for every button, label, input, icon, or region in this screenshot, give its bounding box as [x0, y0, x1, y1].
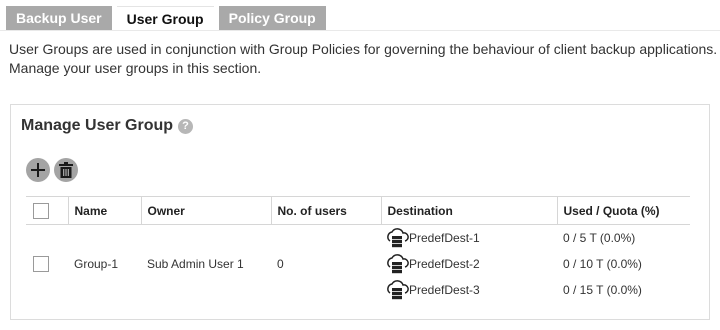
intro-line-2: Manage your user groups in this section.	[9, 60, 262, 76]
trash-icon	[59, 162, 73, 178]
quota-cell: 0 / 5 T (0.0%) 0 / 10 T (0.0%) 0 / 15 T …	[557, 225, 690, 304]
destination-cell: PredefDest-1 PredefDest-2 PredefDest-3	[381, 225, 557, 304]
tab-bar: Backup User User Group Policy Group	[6, 6, 326, 30]
plus-icon	[31, 163, 45, 177]
group-name[interactable]: Group-1	[68, 225, 141, 304]
header-destination[interactable]: Destination	[380, 196, 557, 225]
user-group-table: Name Owner No. of users Destination Used…	[26, 196, 690, 303]
tab-policy-group[interactable]: Policy Group	[218, 6, 326, 30]
tab-backup-user[interactable]: Backup User	[6, 6, 112, 30]
select-all-header	[26, 196, 68, 225]
help-icon[interactable]: ?	[178, 118, 194, 134]
select-all-checkbox[interactable]	[33, 202, 49, 219]
tab-divider	[0, 30, 720, 31]
group-owner: Sub Admin User 1	[147, 257, 244, 271]
table-row[interactable]: Group-1 Sub Admin User 1 0 PredefDest-1	[26, 225, 690, 304]
tab-user-group[interactable]: User Group	[116, 6, 214, 30]
cloud-server-icon	[387, 280, 409, 300]
group-user-count: 0	[277, 257, 284, 271]
destination-item: PredefDest-1	[385, 225, 557, 251]
delete-group-button[interactable]	[54, 158, 78, 182]
intro-text: User Groups are used in conjunction with…	[9, 40, 717, 78]
quota-value: 0 / 15 T (0.0%)	[563, 283, 642, 297]
destination-item: PredefDest-3	[385, 277, 557, 303]
destination-item: PredefDest-2	[385, 251, 557, 277]
row-checkbox[interactable]	[33, 256, 49, 272]
header-name[interactable]: Name	[67, 196, 141, 225]
add-group-button[interactable]	[26, 158, 50, 182]
header-owner[interactable]: Owner	[140, 196, 271, 225]
intro-line-1: User Groups are used in conjunction with…	[9, 41, 718, 57]
row-select-cell	[26, 225, 68, 304]
cloud-server-icon	[387, 254, 409, 274]
header-users[interactable]: No. of users	[270, 196, 381, 225]
quota-value: 0 / 10 T (0.0%)	[563, 257, 642, 271]
manage-user-group-panel: Manage User Group ? Name Owner No. of us…	[10, 104, 710, 320]
header-quota[interactable]: Used / Quota (%)	[556, 196, 690, 225]
panel-title: Manage User Group	[21, 117, 174, 134]
table-header-row: Name Owner No. of users Destination Used…	[26, 196, 690, 225]
panel-title-row: Manage User Group ?	[21, 117, 194, 135]
quota-value: 0 / 5 T (0.0%)	[563, 231, 636, 245]
destination-name: PredefDest-1	[409, 231, 480, 245]
destination-name: PredefDest-3	[409, 283, 480, 297]
cloud-server-icon	[387, 228, 409, 248]
destination-name: PredefDest-2	[409, 257, 480, 271]
